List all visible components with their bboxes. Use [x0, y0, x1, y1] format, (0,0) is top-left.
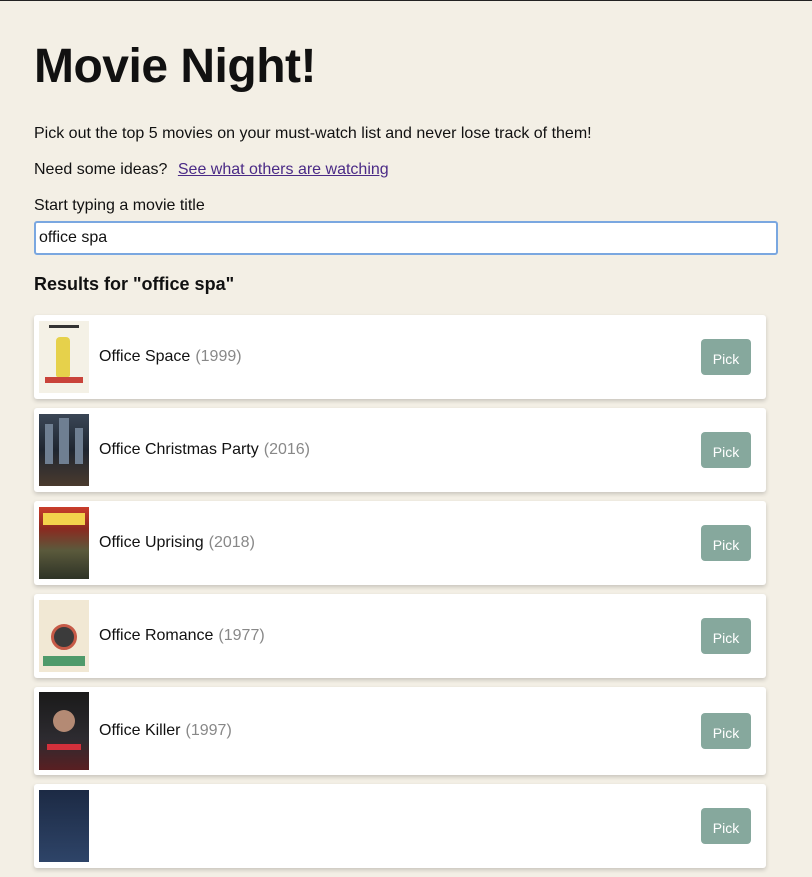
movie-title: Office Killer (1997)	[99, 722, 232, 739]
movie-year: (1977)	[218, 627, 265, 644]
movie-year: (2016)	[263, 441, 310, 458]
movie-title	[99, 817, 104, 835]
ideas-line: Need some ideas? See what others are wat…	[34, 161, 389, 179]
pick-button[interactable]: Pick	[701, 808, 751, 844]
pick-button[interactable]: Pick	[701, 525, 751, 561]
list-item: Pick	[34, 784, 766, 868]
list-item: Office Killer (1997) Pick	[34, 687, 766, 775]
movie-title: Office Christmas Party (2016)	[99, 441, 310, 458]
ideas-prefix: Need some ideas?	[34, 161, 168, 178]
movie-title: Office Romance (1977)	[99, 627, 265, 644]
list-item: Office Uprising (2018) Pick	[34, 501, 766, 585]
movie-poster	[39, 321, 89, 393]
list-item: Office Space (1999) Pick	[34, 315, 766, 399]
results-heading: Results for "office spa"	[34, 274, 235, 294]
list-item: Office Christmas Party (2016) Pick	[34, 408, 766, 492]
list-item: Office Romance (1977) Pick	[34, 594, 766, 678]
movie-poster	[39, 507, 89, 579]
movie-poster	[39, 600, 89, 672]
search-input[interactable]	[34, 221, 778, 255]
intro-text: Pick out the top 5 movies on your must-w…	[34, 125, 592, 142]
pick-button[interactable]: Pick	[701, 618, 751, 654]
page-title: Movie Night!	[34, 40, 316, 93]
pick-button[interactable]: Pick	[701, 339, 751, 375]
see-others-link[interactable]: See what others are watching	[178, 161, 389, 178]
search-label: Start typing a movie title	[34, 197, 205, 214]
pick-button[interactable]: Pick	[701, 432, 751, 468]
movie-year: (1999)	[195, 348, 242, 365]
movie-poster	[39, 692, 89, 770]
results-list: Office Space (1999) Pick Office Christmas…	[34, 315, 766, 877]
movie-poster	[39, 414, 89, 486]
movie-year: (2018)	[208, 534, 255, 551]
movie-poster	[39, 790, 89, 862]
movie-year: (1997)	[185, 722, 232, 739]
movie-title: Office Space (1999)	[99, 348, 242, 365]
movie-title: Office Uprising (2018)	[99, 534, 255, 551]
pick-button[interactable]: Pick	[701, 713, 751, 749]
